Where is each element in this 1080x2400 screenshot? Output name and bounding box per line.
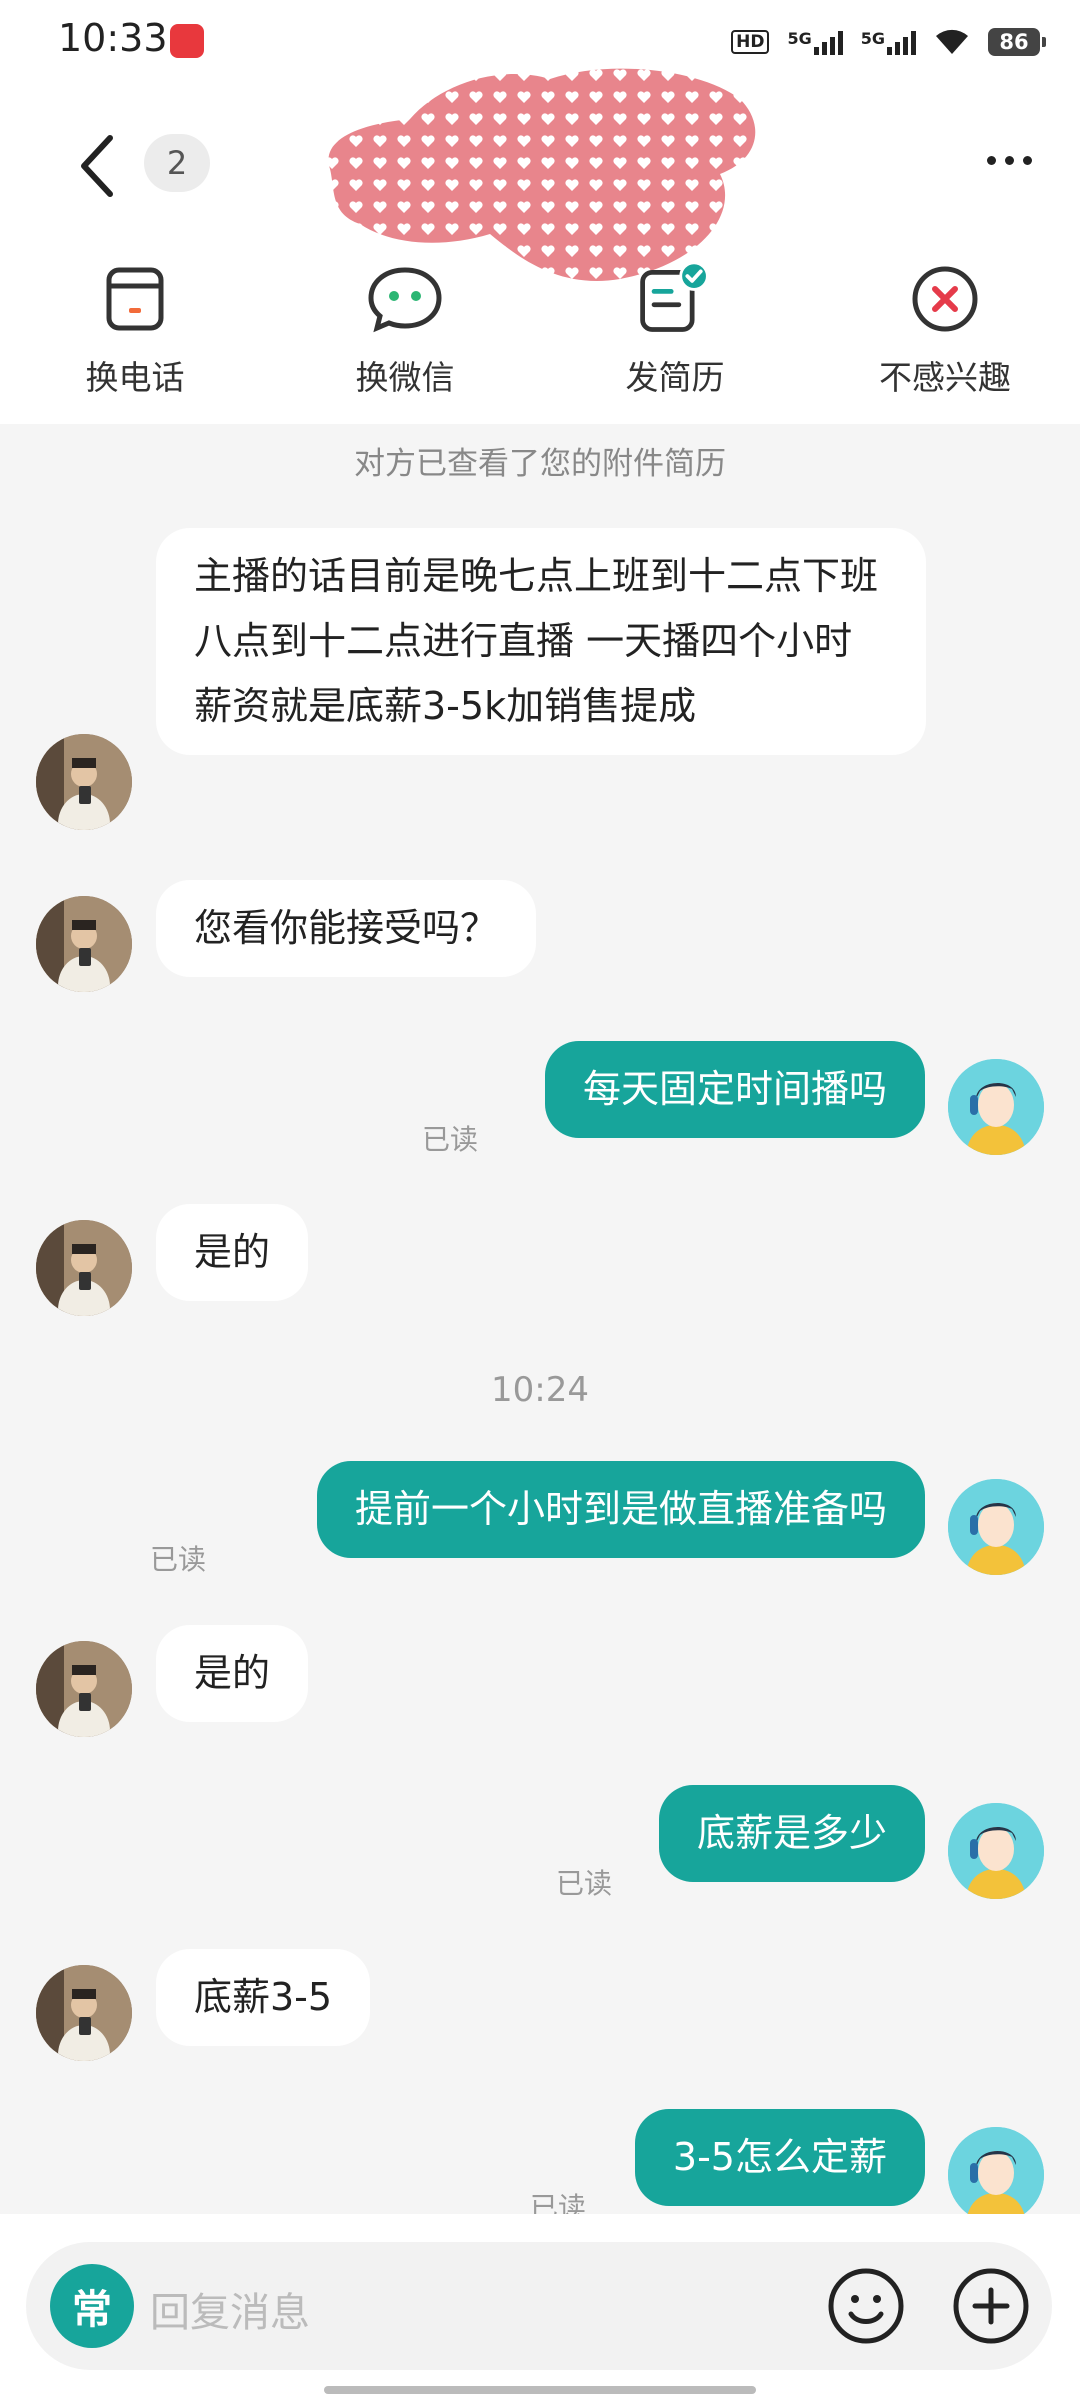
emoji-icon[interactable]	[826, 2266, 906, 2346]
wifi-icon	[936, 29, 968, 54]
chat-timestamp: 10:24	[491, 1370, 589, 1410]
my-avatar[interactable]	[948, 1479, 1044, 1575]
wechat-icon	[365, 259, 445, 339]
action-exchange-phone[interactable]: 换电话	[0, 259, 270, 409]
action-label: 换微信	[355, 358, 455, 397]
app-notification-icon	[170, 24, 204, 58]
chat-header: 2 换电话 换微信 发简历 不感兴趣	[0, 68, 1080, 424]
action-label: 不感兴趣	[879, 358, 1011, 397]
common-phrases-button[interactable]: 常	[50, 2264, 134, 2348]
message-bubble-incoming[interactable]: 您看你能接受吗？	[156, 880, 537, 977]
other-avatar[interactable]	[36, 1965, 132, 2061]
system-note: 对方已查看了您的附件简历	[354, 446, 726, 482]
message-input[interactable]: 常 回复消息	[26, 2242, 1052, 2370]
message-bubble-outgoing[interactable]: 提前一个小时到是做直播准备吗	[316, 1461, 925, 1558]
more-options-icon[interactable]	[987, 156, 1032, 165]
chat-messages[interactable]: 对方已查看了您的附件简历 主播的话目前是晚七点上班到十二点下班 八点到十二点进行…	[0, 424, 1080, 2214]
message-bubble-incoming[interactable]: 是的	[156, 1625, 309, 1722]
plus-icon[interactable]	[951, 2266, 1031, 2346]
action-not-interested[interactable]: 不感兴趣	[810, 259, 1080, 409]
read-receipt: 已读	[150, 1543, 207, 1576]
status-indicators: HD 5G 5G 86	[731, 22, 1046, 62]
action-label: 发简历	[625, 358, 725, 397]
phone-card-icon	[95, 259, 175, 339]
other-avatar[interactable]	[36, 1220, 132, 1316]
message-bubble-incoming[interactable]: 底薪3-5	[156, 1949, 371, 2046]
message-input-placeholder[interactable]: 回复消息	[150, 2280, 310, 2338]
back-arrow-icon[interactable]	[70, 126, 130, 206]
action-label: 换电话	[85, 358, 185, 397]
my-avatar[interactable]	[948, 2127, 1044, 2214]
hd-icon: HD	[731, 30, 770, 54]
resume-check-icon	[635, 259, 715, 339]
message-bubble-incoming[interactable]: 主播的话目前是晚七点上班到十二点下班 八点到十二点进行直播 一天播四个小时 薪资…	[156, 528, 926, 755]
status-time: 10:33	[58, 16, 168, 60]
message-bubble-incoming[interactable]: 是的	[156, 1204, 309, 1301]
message-bubble-outgoing[interactable]: 底薪是多少	[658, 1785, 925, 1882]
my-avatar[interactable]	[948, 1059, 1044, 1155]
signal-2-icon: 5G	[861, 29, 916, 55]
other-avatar[interactable]	[36, 1641, 132, 1737]
read-receipt: 已读	[556, 1867, 613, 1900]
other-avatar[interactable]	[36, 734, 132, 830]
battery-icon: 86	[988, 28, 1046, 56]
unread-count-badge[interactable]: 2	[144, 134, 210, 192]
not-interested-icon	[905, 259, 985, 339]
read-receipt: 已读	[422, 1123, 479, 1156]
my-avatar[interactable]	[948, 1803, 1044, 1899]
action-exchange-wechat[interactable]: 换微信	[270, 259, 540, 409]
signal-1-icon: 5G	[787, 29, 843, 55]
message-bubble-outgoing[interactable]: 3-5怎么定薪	[634, 2109, 925, 2206]
input-bar: 常 回复消息	[0, 2214, 1080, 2400]
read-receipt: 已读	[530, 2191, 587, 2214]
other-avatar[interactable]	[36, 896, 132, 992]
message-bubble-outgoing[interactable]: 每天固定时间播吗	[544, 1041, 925, 1138]
home-indicator[interactable]	[324, 2386, 756, 2394]
quick-actions: 换电话 换微信 发简历 不感兴趣	[0, 259, 1080, 409]
action-send-resume[interactable]: 发简历	[540, 259, 810, 409]
